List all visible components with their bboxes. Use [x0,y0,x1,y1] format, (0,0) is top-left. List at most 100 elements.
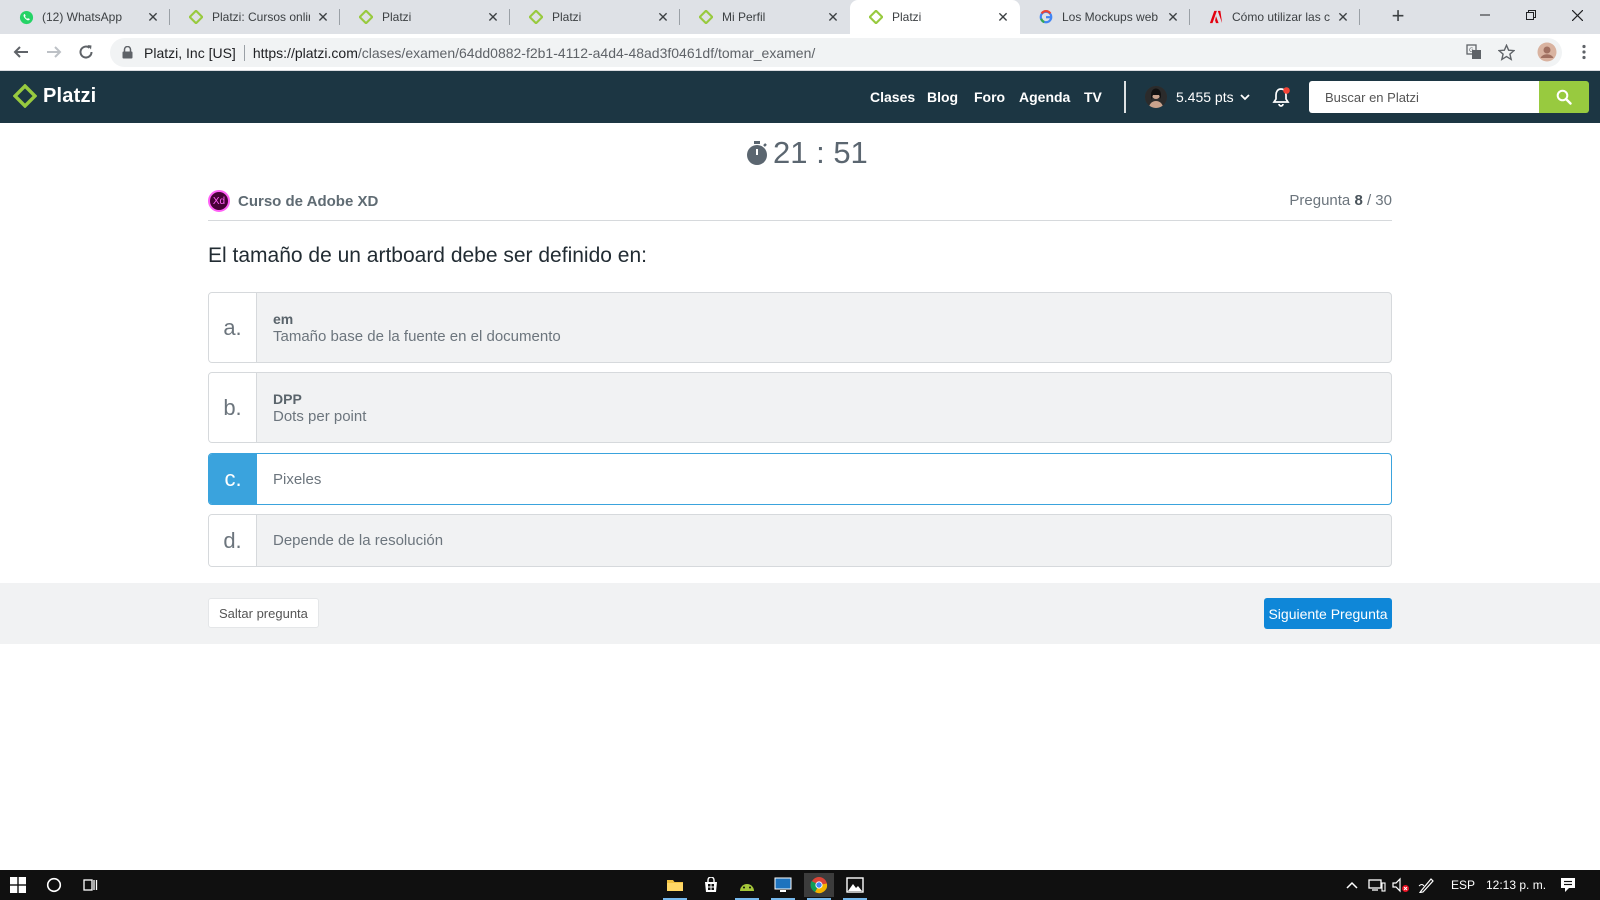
reload-button[interactable] [73,39,99,65]
tab-title: Platzi: Cursos online [212,10,310,24]
cortana-button[interactable] [39,873,69,897]
action-center-button[interactable] [1560,870,1576,900]
tab-title: Platzi [892,10,922,24]
option-title: DPP [273,390,302,407]
forward-button[interactable] [41,39,67,65]
lock-icon [122,46,136,59]
tab-title: Cómo utilizar las cap [1232,10,1330,24]
android-studio-button[interactable] [732,873,762,900]
close-tab-icon[interactable]: ✕ [316,9,330,26]
start-button[interactable] [3,873,33,897]
answer-option-a[interactable]: a. em Tamaño base de la fuente en el doc… [208,292,1392,363]
close-tab-icon[interactable]: ✕ [996,9,1010,26]
task-view-button[interactable] [75,873,105,897]
browser-tab[interactable]: Los Mockups web - ✕ [1020,0,1190,34]
network-status[interactable] [1368,870,1386,900]
nav-foro[interactable]: Foro [974,71,1005,123]
close-tab-icon[interactable]: ✕ [656,9,670,26]
notification-center-icon [1561,878,1575,892]
platzi-logo[interactable]: Platzi [13,84,96,108]
nav-clases[interactable]: Clases [870,71,915,123]
close-tab-icon[interactable]: ✕ [1336,9,1350,26]
restore-button[interactable] [1508,0,1554,30]
minimize-icon [1480,14,1490,16]
nav-blog[interactable]: Blog [927,71,958,123]
answer-option-c[interactable]: c. Pixeles [208,453,1392,505]
chrome-button[interactable] [804,873,834,900]
next-question-button[interactable]: Siguiente Pregunta [1264,598,1392,629]
chevron-up-icon [1346,881,1358,889]
skip-question-button[interactable]: Saltar pregunta [208,598,319,628]
tab-title: Platzi [382,10,412,24]
system-clock[interactable]: 12:13 p. m. [1486,870,1546,900]
pen-workspace-button[interactable] [1418,870,1436,900]
bookmark-star-button[interactable] [1495,41,1517,63]
browser-tab[interactable]: Platzi: Cursos online ✕ [170,0,340,34]
photos-icon [846,877,864,893]
browser-tab[interactable]: Cómo utilizar las cap ✕ [1190,0,1360,34]
browser-tab[interactable]: Mi Perfil ✕ [680,0,850,34]
back-button[interactable] [8,39,34,65]
search-button[interactable] [1539,81,1589,113]
new-tab-button[interactable]: + [1386,5,1410,29]
notifications-button[interactable] [1270,86,1292,108]
profile-avatar[interactable] [1536,41,1558,63]
course-name: Curso de Adobe XD [238,192,379,210]
tab-title: (12) WhatsApp [42,10,123,24]
avatar-icon [1145,86,1167,108]
adobe-icon [1208,9,1224,25]
remote-desktop-button[interactable] [768,873,798,900]
search-icon [1556,89,1572,105]
arrow-right-icon [47,46,62,58]
nav-agenda[interactable]: Agenda [1019,71,1070,123]
course-header: Xd Curso de Adobe XD [208,190,378,212]
monitor-icon [774,877,792,892]
question-text: El tamaño de un artboard debe ser defini… [208,244,647,267]
bell-icon [1272,87,1290,107]
close-window-button[interactable] [1554,0,1600,30]
browser-tab[interactable]: Platzi ✕ [340,0,510,34]
file-explorer-button[interactable] [660,873,690,900]
platzi-logo-icon [13,84,37,108]
volume-status[interactable] [1392,870,1410,900]
close-tab-icon[interactable]: ✕ [146,9,160,26]
browser-tab[interactable]: Platzi ✕ [510,0,680,34]
option-text: Dots per point [273,407,367,425]
option-text: Tamaño base de la fuente en el documento [273,327,561,345]
question-current: 8 [1354,192,1363,209]
logo-text: Platzi [43,84,97,107]
option-title: em [273,310,294,327]
timer-value: 21 : 51 [773,135,868,170]
user-avatar[interactable] [1145,86,1167,108]
input-language[interactable]: ESP [1451,870,1475,900]
answer-option-d[interactable]: d. Depende de la resolución [208,514,1392,567]
arrow-left-icon [13,46,28,58]
store-button[interactable] [696,873,726,897]
address-bar[interactable]: Platzi, Inc [US] https://platzi.com/clas… [110,38,1562,67]
close-tab-icon[interactable]: ✕ [486,9,500,26]
close-tab-icon[interactable]: ✕ [826,9,840,26]
user-points-dropdown[interactable]: 5.455 pts [1176,71,1251,123]
question-label: Pregunta [1289,192,1351,209]
platzi-icon [698,9,714,25]
browser-menu-button[interactable] [1573,41,1595,63]
browser-tab[interactable]: (12) WhatsApp ✕ [0,0,170,34]
browser-tab-active[interactable]: Platzi ✕ [850,0,1020,34]
close-icon [1571,9,1583,21]
close-tab-icon[interactable]: ✕ [1166,9,1180,26]
answer-option-b[interactable]: b. DPP Dots per point [208,372,1392,443]
show-hidden-icons[interactable] [1346,870,1358,900]
platzi-icon [358,9,374,25]
translate-button[interactable]: G [1463,41,1485,63]
folder-icon [667,880,683,891]
stopwatch-icon [747,141,767,165]
translate-icon: G [1466,44,1481,59]
task-view-icon [83,879,98,891]
windows-taskbar: ESP 12:13 p. m. [0,870,1600,900]
nav-tv[interactable]: TV [1084,71,1102,123]
minimize-button[interactable] [1462,0,1508,30]
photos-button[interactable] [840,873,870,900]
option-text: Depende de la resolución [273,532,444,549]
search-input[interactable] [1309,81,1539,113]
tab-title: Los Mockups web - [1062,10,1160,24]
